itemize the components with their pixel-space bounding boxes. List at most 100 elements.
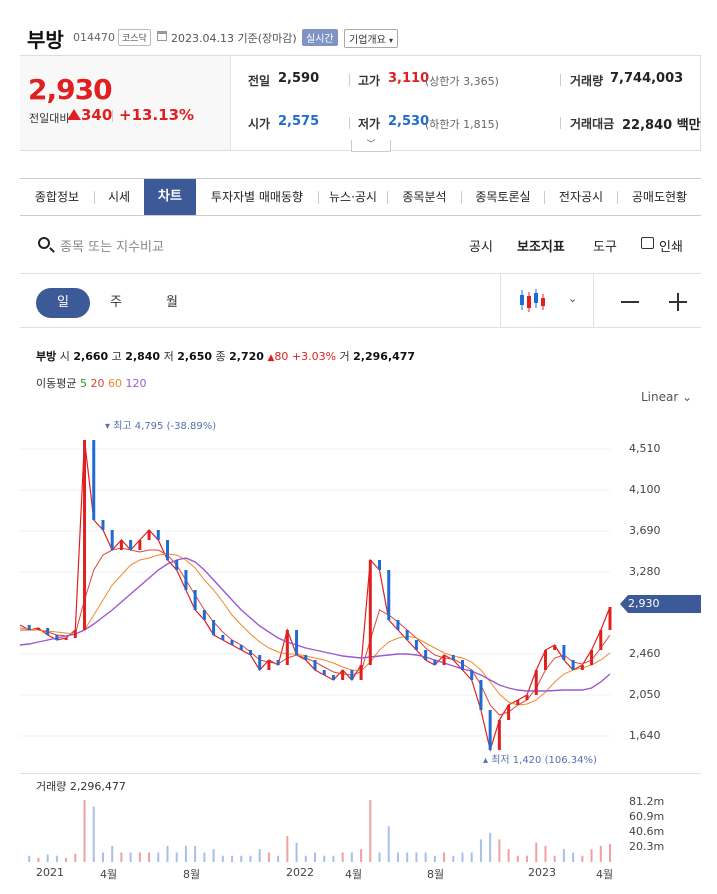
volume-bar — [304, 855, 307, 862]
volume-bar — [203, 852, 206, 862]
realtime-button[interactable]: 실시간 — [302, 29, 338, 46]
period-daily[interactable]: 일 — [36, 288, 90, 318]
tab-summary[interactable]: 종합정보 — [20, 179, 94, 215]
volume-tick-label: 40.6m — [629, 825, 665, 838]
volume-bar — [360, 849, 363, 862]
ma5-label[interactable]: 5 — [80, 377, 87, 390]
volume-tick-label: 81.2m — [629, 795, 665, 808]
panel-divider — [20, 773, 701, 774]
volume-bar — [378, 852, 381, 862]
zoom-out-icon[interactable] — [621, 301, 639, 303]
tools-button[interactable]: 도구 — [593, 236, 617, 255]
candle — [424, 650, 428, 660]
chevron-down-icon: ▾ — [389, 36, 394, 45]
volume-bar — [267, 852, 270, 862]
volume-bar — [369, 800, 372, 862]
tab-disclosure[interactable]: 전자공시 — [545, 179, 617, 215]
volume-chart[interactable] — [20, 795, 620, 862]
volume-bar — [387, 826, 390, 862]
ma20-label[interactable]: 20 — [90, 377, 104, 390]
candle — [221, 635, 225, 640]
high-value: 3,110 — [388, 71, 430, 86]
volume-bar — [507, 849, 510, 862]
ohlc-high: 2,840 — [125, 350, 161, 363]
indicator-button[interactable]: 보조지표 — [517, 236, 565, 255]
volume-bar — [65, 857, 68, 862]
volume-bar — [323, 855, 326, 862]
printer-icon[interactable] — [641, 237, 654, 249]
volume-bar — [55, 855, 58, 862]
candle — [110, 530, 114, 550]
candle — [138, 540, 142, 550]
ohlc-change-pct: +3.03% — [291, 350, 337, 363]
volume-bar — [350, 852, 353, 862]
tab-analysis[interactable]: 종목분석 — [388, 179, 461, 215]
volume-bar — [184, 845, 187, 862]
candle — [359, 665, 363, 680]
candle — [175, 560, 179, 570]
company-overview-label: 기업개요 — [349, 35, 386, 46]
volume-legend: 거래량 2,296,477 — [36, 780, 126, 793]
candle — [350, 670, 354, 680]
volume-bar — [258, 849, 261, 862]
market-badge: 코스닥 — [118, 29, 151, 46]
chevron-down-icon: ﹀ — [366, 140, 376, 150]
ohlc-volume-label: 거 — [339, 350, 350, 363]
price-chart[interactable] — [20, 410, 620, 770]
ma120-label[interactable]: 120 — [125, 377, 146, 390]
period-bar: 일 주 월 ⌄ — [20, 273, 701, 328]
volume-value: 7,744,003 — [610, 71, 684, 86]
volume-bar — [175, 852, 178, 862]
candle — [497, 720, 501, 750]
price-change-pct: +13.13% — [119, 106, 195, 124]
candle — [166, 540, 169, 560]
volume-bar — [489, 832, 492, 862]
candle — [119, 540, 123, 550]
company-overview-dropdown[interactable]: 기업개요 ▾ — [344, 29, 399, 48]
tab-news[interactable]: 뉴스·공시 — [319, 179, 387, 215]
moving-average-line-3 — [20, 557, 611, 692]
ma60-label[interactable]: 60 — [108, 377, 122, 390]
volume-bar — [396, 852, 399, 862]
candle — [147, 530, 151, 540]
upper-limit: (상한가 3,365) — [425, 75, 499, 88]
candle — [55, 635, 59, 640]
high-label: 고가 — [358, 74, 381, 88]
tab-discussion[interactable]: 종목토론실 — [462, 179, 544, 215]
candle — [202, 610, 206, 620]
candle — [295, 630, 299, 655]
chevron-down-icon[interactable]: ⌄ — [568, 292, 577, 305]
candle — [451, 655, 455, 660]
lower-limit: (하한가 1,815) — [425, 118, 499, 131]
y-tick-label: 3,280 — [629, 565, 661, 578]
scale-dropdown[interactable]: Linear ⌄ — [641, 390, 692, 404]
x-tick-label: 4월 — [596, 868, 614, 881]
volume-bar — [83, 800, 86, 862]
candle — [101, 520, 105, 530]
ohlc-volume: 2,296,477 — [353, 350, 416, 363]
tab-quote[interactable]: 시세 — [95, 179, 143, 215]
disclosure-button[interactable]: 공시 — [469, 236, 493, 255]
period-monthly[interactable]: 월 — [152, 288, 192, 318]
divider — [112, 110, 113, 122]
print-button[interactable]: 인쇄 — [659, 236, 683, 255]
compare-search-input[interactable]: 종목 또는 지수비교 — [60, 236, 164, 255]
period-weekly[interactable]: 주 — [96, 288, 136, 318]
volume-bar — [46, 854, 49, 862]
tab-chart[interactable]: 차트 — [144, 179, 196, 215]
tab-short-selling[interactable]: 공매도현황 — [618, 179, 701, 215]
expand-button[interactable]: ﹀ — [351, 140, 391, 152]
candle-type-icon[interactable] — [518, 288, 552, 318]
x-tick-label: 4월 — [100, 868, 118, 881]
volume-bar — [74, 853, 77, 862]
x-tick-label: 2023 — [528, 866, 556, 879]
tab-investor-trading[interactable]: 투자자별 매매동향 — [197, 179, 317, 215]
search-icon[interactable] — [38, 237, 50, 249]
volume-bar — [120, 852, 123, 862]
prev-close-label: 전일 — [248, 74, 271, 88]
volume-bar — [526, 855, 529, 862]
ohlc-change: 80 — [274, 350, 289, 363]
volume-bar — [240, 855, 243, 862]
current-price: 2,930 — [28, 73, 113, 106]
volume-tick-label: 60.9m — [629, 810, 665, 823]
